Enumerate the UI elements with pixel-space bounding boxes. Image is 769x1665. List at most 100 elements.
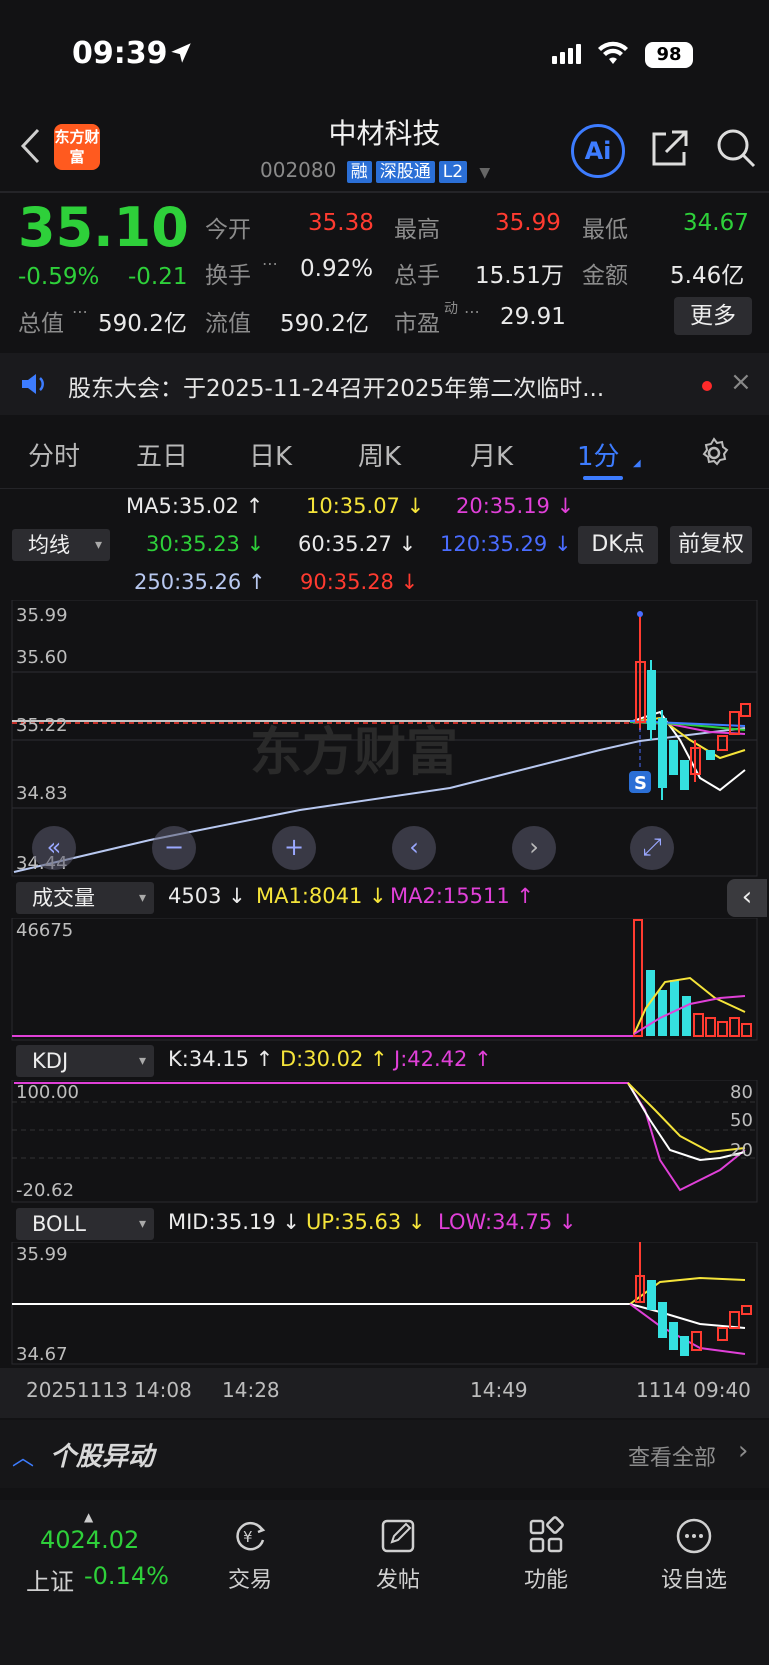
turnover-label: 换手 xyxy=(205,263,251,289)
expand-icon[interactable]: ⤢ xyxy=(630,826,674,870)
index-name: 上证 xyxy=(26,1568,74,1596)
kdj-level-20: 20 xyxy=(730,1140,753,1161)
low-value: 34.67 xyxy=(683,210,749,236)
time-label: 1114 09:40 xyxy=(636,1378,751,1402)
kdj-chart[interactable] xyxy=(0,1080,769,1204)
notice-bar[interactable]: 股东大会：于2025-11-24召开2025年第二次临时... × xyxy=(0,353,769,415)
ma120-value: 120:35.29 ↓ xyxy=(440,532,572,556)
kdj-level-80: 80 xyxy=(730,1082,753,1103)
chevron-down-icon: ▼ xyxy=(479,165,491,181)
ma-select[interactable]: 均线 xyxy=(12,529,110,561)
price-axis-label: 35.22 xyxy=(16,715,68,736)
tab-1min[interactable]: 1分 xyxy=(577,436,620,473)
high-value: 35.99 xyxy=(495,210,561,236)
boll-low: LOW:34.75 ↓ xyxy=(438,1210,577,1234)
ma90-value: 90:35.28 ↓ xyxy=(300,570,419,594)
tab-5day[interactable]: 五日 xyxy=(136,436,188,473)
index-value[interactable]: 4024.02 xyxy=(40,1526,139,1554)
tag-l2: L2 xyxy=(438,161,468,183)
divider xyxy=(0,191,769,193)
volume-chart[interactable] xyxy=(0,918,769,1042)
info-icon[interactable]: ⋯ xyxy=(464,302,480,321)
info-icon[interactable]: ⋯ xyxy=(262,254,278,273)
status-time: 09:39 xyxy=(72,36,168,71)
price-axis-label: 35.60 xyxy=(16,647,68,668)
trade-icon[interactable]: ¥ xyxy=(200,1516,300,1564)
scroll-left-icon[interactable]: ‹ xyxy=(392,826,436,870)
nav-watchlist[interactable]: 设自选 xyxy=(644,1562,744,1594)
ai-button[interactable]: Ai xyxy=(571,124,625,178)
amount-value: 5.46亿 xyxy=(670,263,745,289)
zoom-out-icon[interactable]: − xyxy=(152,826,196,870)
tab-monthly-k[interactable]: 月K xyxy=(470,436,513,473)
volume-axis-max: 46675 xyxy=(16,920,74,941)
more-button[interactable]: 更多 xyxy=(674,297,752,335)
time-label: 20251113 14:08 xyxy=(26,1378,192,1402)
tag-connect: 深股通 xyxy=(375,161,435,183)
caret-icon: ◢ xyxy=(633,458,641,469)
boll-chart[interactable] xyxy=(0,1242,769,1366)
nav-function[interactable]: 功能 xyxy=(496,1562,596,1594)
kdj-select[interactable]: KDJ xyxy=(16,1045,154,1077)
search-icon[interactable] xyxy=(714,126,758,174)
open-label: 今开 xyxy=(205,217,251,243)
boll-mid: MID:35.19 ↓ xyxy=(168,1210,300,1234)
stock-code: 002080 xyxy=(260,158,337,182)
pe-sup: 动 xyxy=(444,301,458,317)
view-all-link[interactable]: 查看全部 xyxy=(628,1440,716,1472)
function-icon[interactable] xyxy=(496,1516,596,1564)
stock-subtitle[interactable]: 002080 融深股通 L2 ▼ xyxy=(260,158,490,183)
watchlist-icon[interactable] xyxy=(644,1516,744,1564)
nav-trade[interactable]: 交易 xyxy=(200,1562,300,1594)
post-icon[interactable] xyxy=(348,1516,448,1564)
change-pct: -0.59% xyxy=(18,264,100,290)
open-value: 35.38 xyxy=(308,210,374,236)
svg-text:¥: ¥ xyxy=(243,1528,253,1546)
chevron-up-icon[interactable]: ︿ xyxy=(12,1440,34,1472)
tab-daily-k[interactable]: 日K xyxy=(249,436,292,473)
boll-select[interactable]: BOLL xyxy=(16,1208,154,1240)
mktcap-label: 总值 xyxy=(18,311,64,337)
speaker-icon xyxy=(20,371,48,401)
float-value: 590.2亿 xyxy=(280,311,369,337)
ma10-value: 10:35.07 ↓ xyxy=(306,494,425,518)
adjust-button[interactable]: 前复权 xyxy=(670,526,752,564)
index-change: -0.14% xyxy=(84,1562,169,1590)
watermark: 东方财富 xyxy=(250,723,458,783)
divider xyxy=(0,488,769,489)
cellular-signal-icon xyxy=(552,44,584,64)
boll-up: UP:35.63 ↓ xyxy=(306,1210,426,1234)
kdj-j: J:42.42 ↑ xyxy=(394,1047,492,1071)
kdj-axis-bottom: -20.62 xyxy=(16,1180,75,1201)
scroll-right-icon[interactable]: › xyxy=(512,826,556,870)
volume-select[interactable]: 成交量 xyxy=(16,882,154,914)
ma5-value: MA5:35.02 ↑ xyxy=(126,494,264,518)
scroll-left-fast-icon[interactable]: « xyxy=(32,826,76,870)
close-icon[interactable]: × xyxy=(730,367,752,397)
info-icon[interactable]: ⋯ xyxy=(72,302,88,321)
volume-label: 总手 xyxy=(394,263,440,289)
tag-margin: 融 xyxy=(346,161,372,183)
price-axis-label: 34.83 xyxy=(16,783,68,804)
unread-dot xyxy=(702,381,712,391)
collapse-panel-icon[interactable]: ‹ xyxy=(727,879,767,917)
ma20-value: 20:35.19 ↓ xyxy=(456,494,575,518)
kdj-k: K:34.15 ↑ xyxy=(168,1047,274,1071)
share-icon[interactable] xyxy=(648,128,690,174)
volume-value: 4503 ↓ xyxy=(168,884,246,908)
boll-axis-top: 35.99 xyxy=(16,1244,68,1265)
settings-icon[interactable] xyxy=(697,436,731,474)
caret-up-icon: ▲ xyxy=(84,1510,94,1524)
pe-label: 市盈 xyxy=(394,311,440,337)
battery-level: 98 xyxy=(645,42,693,68)
nav-post[interactable]: 发帖 xyxy=(348,1562,448,1594)
time-label: 14:28 xyxy=(222,1378,280,1402)
kdj-axis-top: 100.00 xyxy=(16,1082,79,1103)
dk-point-button[interactable]: DK点 xyxy=(578,526,658,564)
chevron-right-icon[interactable]: › xyxy=(738,1436,748,1466)
zoom-in-icon[interactable]: + xyxy=(272,826,316,870)
sell-signal: S xyxy=(634,773,647,794)
kdj-level-50: 50 xyxy=(730,1110,753,1131)
tab-weekly-k[interactable]: 周K xyxy=(358,436,401,473)
tab-intraday[interactable]: 分时 xyxy=(28,436,80,473)
